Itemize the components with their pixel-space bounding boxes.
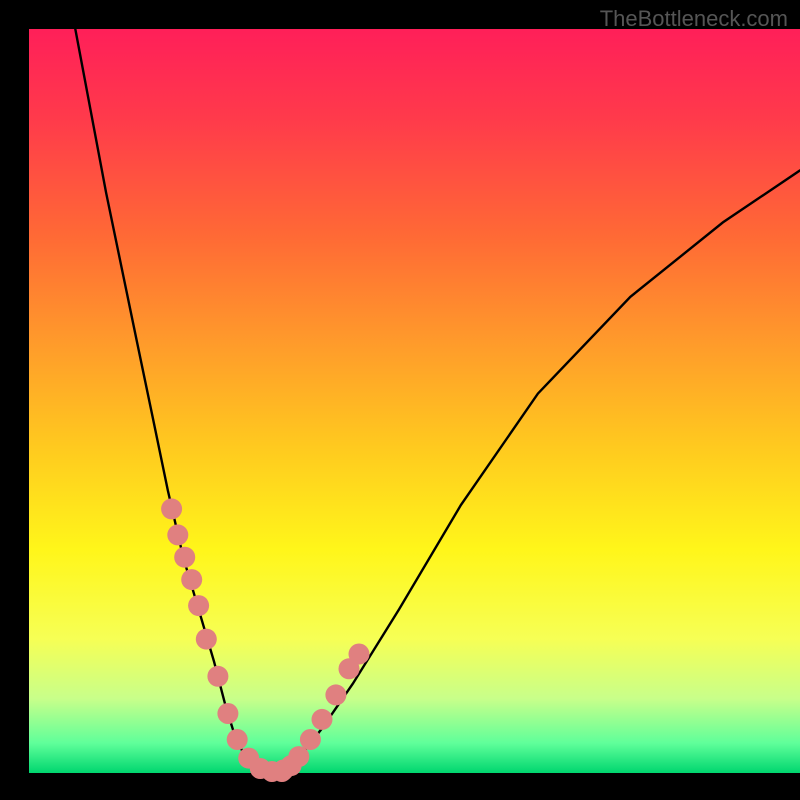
data-marker: [325, 684, 346, 705]
data-marker: [312, 709, 333, 730]
bottleneck-chart: [0, 0, 800, 800]
data-marker: [161, 498, 182, 519]
data-marker: [196, 629, 217, 650]
data-marker: [188, 595, 209, 616]
watermark-text: TheBottleneck.com: [600, 6, 788, 32]
data-marker: [288, 746, 309, 767]
data-marker: [217, 703, 238, 724]
data-marker: [349, 644, 370, 665]
data-marker: [174, 547, 195, 568]
chart-gradient-bg: [29, 29, 800, 773]
data-marker: [167, 524, 188, 545]
data-marker: [207, 666, 228, 687]
data-marker: [227, 729, 248, 750]
data-marker: [181, 569, 202, 590]
data-marker: [300, 729, 321, 750]
chart-container: TheBottleneck.com: [0, 0, 800, 800]
